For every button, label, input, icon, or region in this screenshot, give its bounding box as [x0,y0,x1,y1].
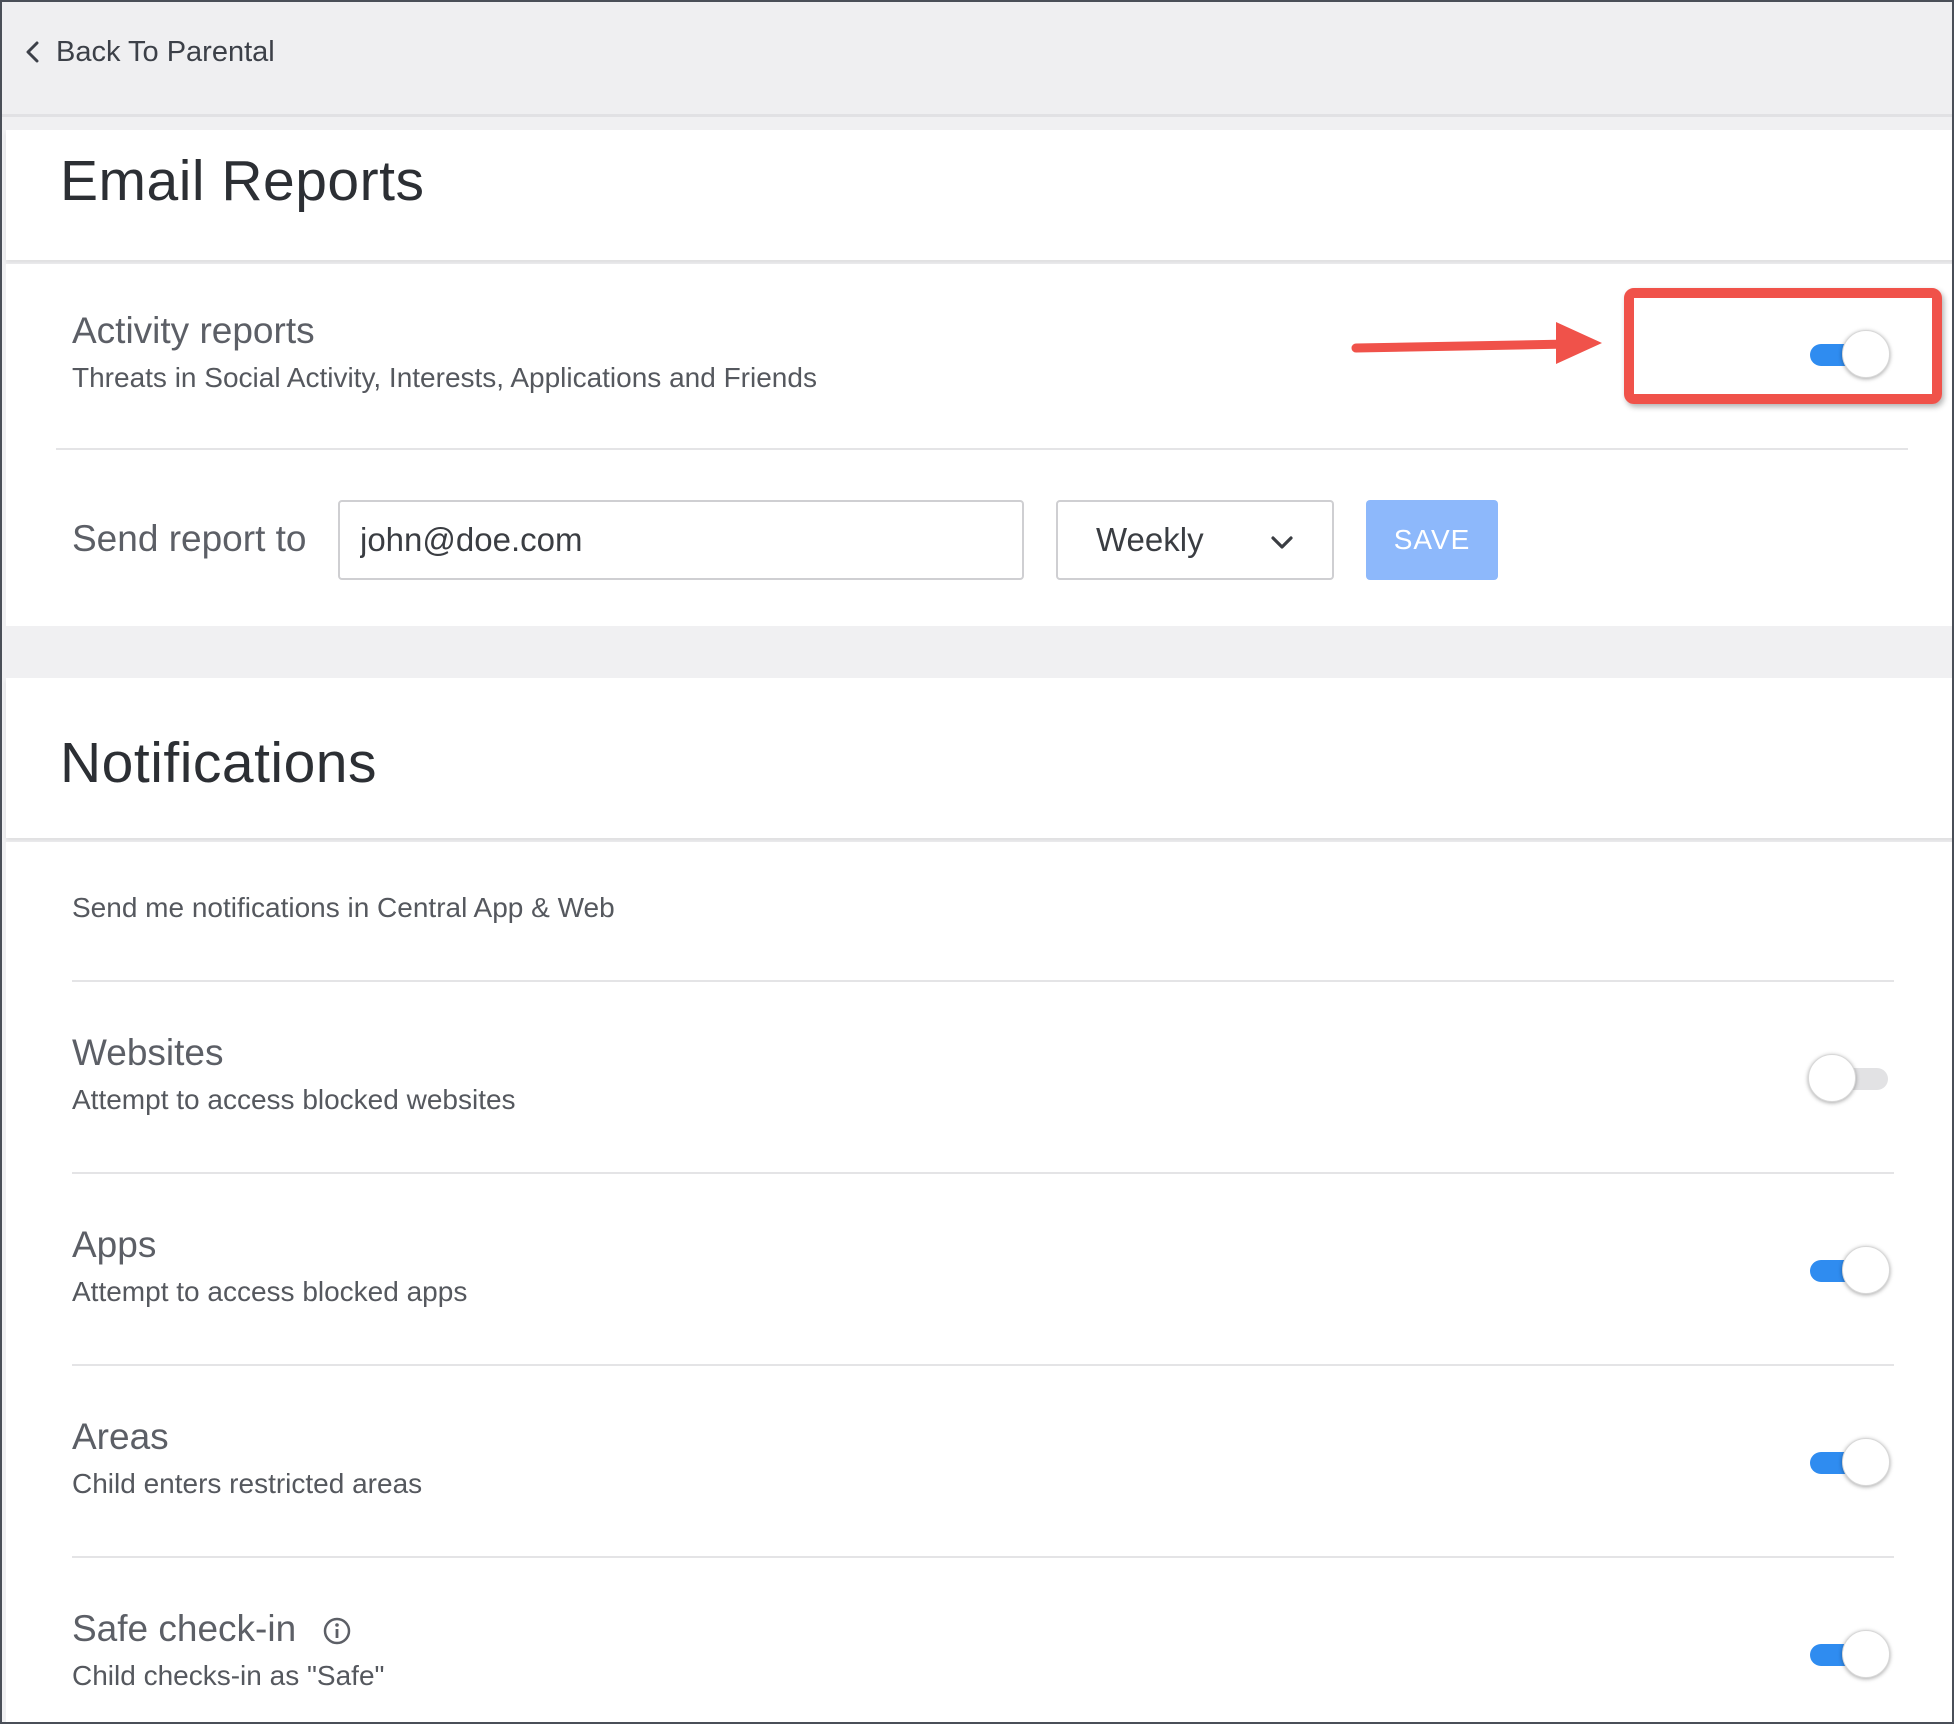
safe-check-in-title: Safe check-in [72,1608,297,1649]
info-icon[interactable] [322,1616,352,1646]
notifications-intro: Send me notifications in Central App & W… [72,892,615,923]
chevron-left-icon [22,41,44,63]
areas-title: Areas [72,1416,169,1457]
email-reports-header: Email Reports [6,130,1952,260]
toggle-knob [1842,1630,1890,1678]
websites-toggle[interactable] [1808,1052,1890,1104]
back-link-label: Back To Parental [56,35,275,68]
annotation-arrow-icon [1351,322,1602,364]
activity-reports-title: Activity reports [72,310,315,351]
send-report-label: Send report to [72,518,307,559]
divider [72,980,1894,982]
websites-title: Websites [72,1032,224,1073]
save-button[interactable]: SAVE [1366,500,1498,580]
safe-check-in-subtitle: Child checks-in as "Safe" [72,1660,385,1691]
apps-title: Apps [72,1224,157,1265]
divider [72,1556,1894,1558]
chevron-down-icon [1270,521,1294,559]
safe-check-in-title-row: Safe check-in [72,1608,352,1650]
areas-subtitle: Child enters restricted areas [72,1468,423,1499]
notifications-card: Send me notifications in Central App & W… [6,842,1952,1722]
apps-toggle[interactable] [1808,1244,1890,1296]
email-input[interactable] [338,500,1024,580]
frequency-select-value: Weekly [1096,521,1204,558]
back-to-parental-link[interactable]: Back To Parental [22,32,275,72]
top-bar: Back To Parental [2,2,1952,117]
notifications-header: Notifications [6,678,1952,838]
email-reports-title: Email Reports [60,149,425,213]
frequency-select[interactable]: Weekly [1056,500,1334,580]
safe-check-in-toggle[interactable] [1808,1628,1890,1680]
apps-subtitle: Attempt to access blocked apps [72,1276,468,1307]
areas-toggle[interactable] [1808,1436,1890,1488]
activity-reports-subtitle: Threats in Social Activity, Interests, A… [72,362,817,393]
divider [72,1172,1894,1174]
notifications-title: Notifications [60,731,377,795]
toggle-knob [1842,1438,1890,1486]
divider [56,448,1908,450]
app-window: Back To Parental Email Reports Activity … [0,0,1954,1724]
divider [72,1364,1894,1366]
websites-subtitle: Attempt to access blocked websites [72,1084,516,1115]
toggle-knob [1808,1054,1856,1102]
annotation-highlight-box [1624,288,1942,404]
toggle-knob [1842,1246,1890,1294]
